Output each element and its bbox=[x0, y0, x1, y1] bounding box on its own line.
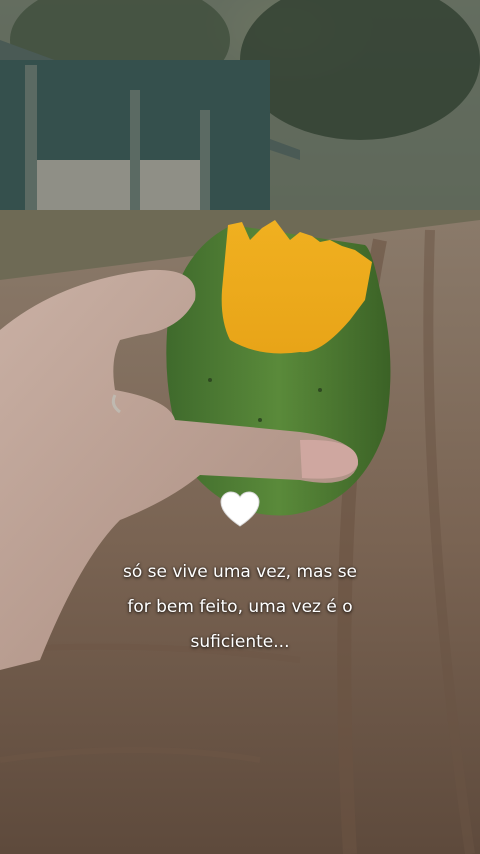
caption-line-1: só se vive uma vez, mas se bbox=[122, 562, 358, 582]
white-heart-icon bbox=[220, 491, 260, 527]
caption-line-2: for bem feito, uma vez é o bbox=[127, 597, 353, 617]
story-caption: só se vive uma vez, mas se for bem feito… bbox=[60, 555, 420, 660]
background-photo bbox=[0, 0, 480, 854]
caption-line-3: suficiente... bbox=[190, 632, 290, 652]
story-frame: só se vive uma vez, mas se for bem feito… bbox=[0, 0, 480, 854]
